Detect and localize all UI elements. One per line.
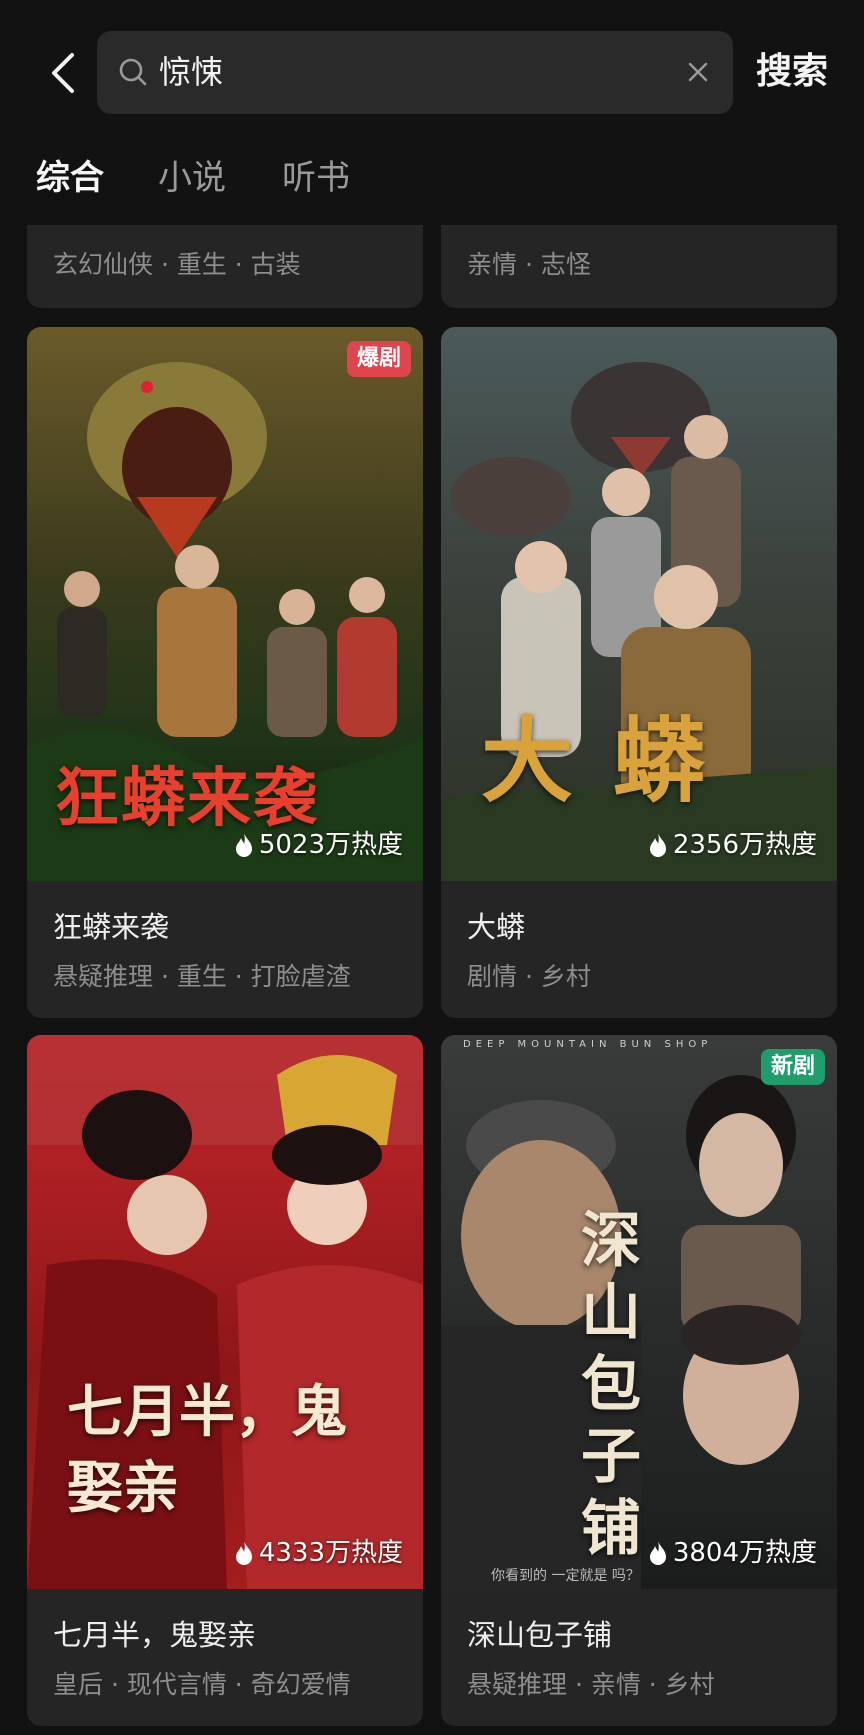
search-header: 惊悚 搜索	[0, 0, 864, 130]
card-tags: 悬疑推理 · 重生 · 打脸虐渣	[53, 962, 351, 991]
clear-search-button[interactable]	[679, 53, 717, 91]
card-tags: 玄幻仙侠 · 重生 · 古装	[53, 250, 301, 279]
hot-badge: 爆剧	[346, 341, 411, 377]
card-title: 深山包子铺	[467, 1618, 613, 1652]
card-tags: 剧情 · 乡村	[467, 962, 591, 991]
tab-novels[interactable]: 小说	[158, 154, 226, 202]
search-submit-button[interactable]: 搜索	[756, 44, 828, 100]
poster-title-text: 狂蟒来袭	[55, 762, 319, 836]
card-title: 狂蟒来袭	[53, 910, 170, 944]
result-card[interactable]: DEEP MOUNTAIN BUN SHOP 深山包子铺 你看到的 一定就是 吗…	[441, 1035, 837, 1726]
new-badge: 新剧	[760, 1049, 825, 1085]
poster-image: 七月半，鬼娶亲 4333万热度	[27, 1035, 423, 1589]
search-query-text: 惊悚	[159, 53, 224, 91]
card-title: 七月半，鬼娶亲	[53, 1618, 257, 1652]
card-tags: 皇后 · 现代言情 · 奇幻爱情	[53, 1670, 351, 1699]
result-card-partial[interactable]: 玄幻仙侠 · 重生 · 古装	[27, 225, 423, 308]
back-arrow-icon	[52, 53, 74, 93]
result-card[interactable]: 大蟒 2356万热度 大蟒 剧情 · 乡村	[441, 327, 837, 1018]
heat-count: 4333万热度	[233, 1535, 403, 1571]
card-tags: 悬疑推理 · 亲情 · 乡村	[467, 1670, 715, 1699]
result-card[interactable]: 七月半，鬼娶亲 4333万热度 七月半，鬼娶亲 皇后 · 现代言情 · 奇幻爱情	[27, 1035, 423, 1726]
heat-count: 2356万热度	[647, 827, 817, 863]
close-icon	[688, 62, 708, 82]
heat-value: 3804万热度	[672, 1538, 817, 1568]
poster-image: 大蟒 2356万热度	[441, 327, 837, 881]
poster-title-text: 七月半，鬼娶亲	[67, 1380, 347, 1521]
tab-comprehensive[interactable]: 综合	[36, 154, 104, 202]
back-button[interactable]	[40, 46, 84, 100]
search-icon	[119, 58, 147, 86]
tab-audiobooks[interactable]: 听书	[282, 154, 350, 202]
card-title: 大蟒	[467, 910, 526, 944]
poster-english-title: DEEP MOUNTAIN BUN SHOP	[463, 1039, 713, 1050]
heat-value: 5023万热度	[258, 830, 403, 860]
result-tabs: 综合 小说 听书	[0, 130, 864, 225]
poster-tagline: 你看到的 一定就是 吗？	[491, 1568, 640, 1584]
flame-icon	[649, 833, 666, 857]
poster-title-text: 大蟒	[481, 708, 746, 815]
heat-value: 2356万热度	[672, 830, 817, 860]
flame-icon	[235, 1541, 252, 1565]
heat-value: 4333万热度	[258, 1538, 403, 1568]
search-input[interactable]: 惊悚	[97, 31, 733, 114]
poster-title-text: 深山包子铺	[581, 1206, 641, 1564]
flame-icon	[649, 1541, 666, 1565]
search-results-page: 惊悚 搜索 综合 小说 听书 玄幻仙侠 · 重生 · 古装 亲情 · 志怪 狂蟒…	[0, 0, 864, 1735]
heat-count: 3804万热度	[647, 1535, 817, 1571]
flame-icon	[235, 833, 252, 857]
poster-image: 狂蟒来袭 爆剧 5023万热度	[27, 327, 423, 881]
card-tags: 亲情 · 志怪	[467, 250, 591, 279]
result-card-partial[interactable]: 亲情 · 志怪	[441, 225, 837, 308]
result-card[interactable]: 狂蟒来袭 爆剧 5023万热度 狂蟒来袭 悬疑推理 · 重生 · 打脸虐渣	[27, 327, 423, 1018]
poster-image: DEEP MOUNTAIN BUN SHOP 深山包子铺 你看到的 一定就是 吗…	[441, 1035, 837, 1589]
heat-count: 5023万热度	[233, 827, 403, 863]
results-feed[interactable]: 玄幻仙侠 · 重生 · 古装 亲情 · 志怪 狂蟒来袭 爆剧 5023万热度 狂…	[0, 225, 864, 1735]
